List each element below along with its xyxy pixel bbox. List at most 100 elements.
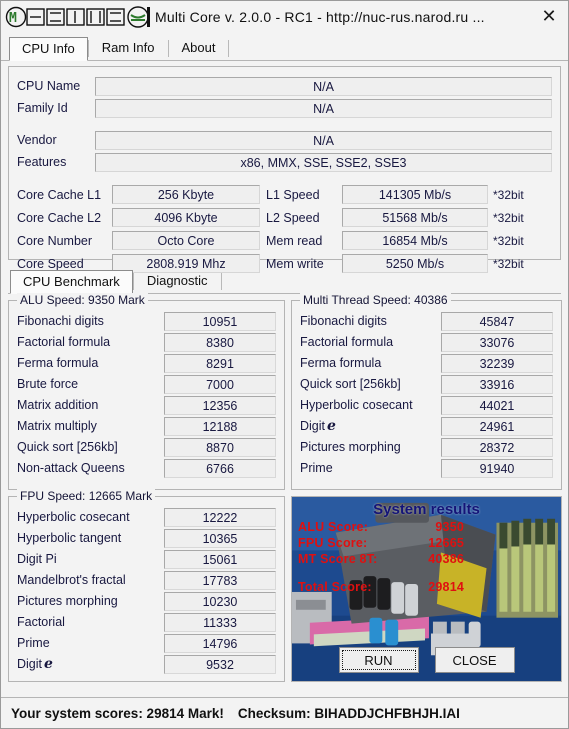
alu-score-line: ALU Score: 9350 xyxy=(298,520,561,534)
fpu-label: Factorial xyxy=(17,615,65,629)
fpu-label: Pictures morphing xyxy=(17,594,118,608)
tab-cpu-info-label: CPU Info xyxy=(22,41,75,56)
fpu-value: 15061 xyxy=(164,549,276,569)
features-label: Features xyxy=(17,155,67,169)
system-results-title: System results xyxy=(373,501,480,518)
fpu-value: 10365 xyxy=(164,528,276,548)
alu-label: Ferma formula xyxy=(17,356,99,370)
l1-speed-value: 141305 Mb/s xyxy=(342,185,488,204)
tab-divider xyxy=(220,273,222,290)
fpu-row: Hyperbolic cosecant 12222 xyxy=(17,507,276,527)
cpu-name-label: CPU Name xyxy=(17,79,81,93)
fpu-value: 11333 xyxy=(164,612,276,632)
fpu-value: 12222 xyxy=(164,507,276,527)
alu-label: Matrix addition xyxy=(17,398,99,412)
alu-label: Non-attack Queens xyxy=(17,461,125,475)
alu-row: Ferma formula 8291 xyxy=(17,353,276,373)
mt-label-text: Digit xyxy=(300,419,326,433)
fpu-score-value: 12665 xyxy=(428,536,464,550)
alu-value: 8380 xyxy=(164,332,276,352)
alu-row: Factorial formula 8380 xyxy=(17,332,276,352)
mt-label: Quick sort [256kb] xyxy=(300,377,401,391)
total-score-value: 29814 xyxy=(428,580,464,594)
cpu-name-value: N/A xyxy=(95,76,552,96)
alu-label: Brute force xyxy=(17,377,79,391)
run-button[interactable]: RUN xyxy=(338,647,419,673)
fpu-value: 14796 xyxy=(164,633,276,653)
mt-score-value: 40386 xyxy=(428,552,464,566)
alu-row: Matrix addition 12356 xyxy=(17,395,276,415)
fpu-label: Hyperbolic cosecant xyxy=(17,510,130,524)
l2-speed-value: 51568 Mb/s xyxy=(342,208,488,227)
benchmark-grid: ALU Speed: 9350 Mark Fibonachi digits 109… xyxy=(8,293,562,682)
core-number-row: Core Number Octo Core Mem read 16854 Mb/… xyxy=(17,230,552,251)
alu-score-value: 9350 xyxy=(435,520,464,534)
fpu-score-label: FPU Score: xyxy=(298,536,368,550)
core-number-label: Core Number xyxy=(17,233,93,248)
mt-row: Quick sort [256kb] 33916 xyxy=(300,374,553,394)
app-window: M Multi Core v. 2.0.0 - RC1 - http://nuc… xyxy=(0,0,569,729)
core-cache-l1-label: Core Cache L1 xyxy=(17,187,102,202)
alu-value: 7000 xyxy=(164,374,276,394)
close-icon[interactable]: ✕ xyxy=(536,4,562,28)
core-speed-label: Core Speed xyxy=(17,256,84,271)
main-tabstrip: CPU Info Ram Info About xyxy=(1,32,568,61)
mt-row: Factorial formula 33076 xyxy=(300,332,553,352)
alu-row: Non-attack Queens 6766 xyxy=(17,458,276,478)
vendor-label: Vendor xyxy=(17,133,57,147)
tab-ram-info-label: Ram Info xyxy=(101,40,155,55)
family-id-row: Family Id N/A xyxy=(17,98,552,118)
mt-label: Hyperbolic cosecant xyxy=(300,398,413,412)
mt-label: Digit e xyxy=(300,418,441,434)
system-scores-status: Your system scores: 29814 Mark! xyxy=(11,705,224,721)
fpu-value: 9532 xyxy=(164,654,276,674)
alu-score-label: ALU Score: xyxy=(298,520,369,534)
mt-label: Pictures morphing xyxy=(300,440,401,454)
tab-cpu-benchmark[interactable]: CPU Benchmark xyxy=(10,270,133,294)
alu-value: 6766 xyxy=(164,458,276,478)
mt-row: Digit e 24961 xyxy=(300,416,553,436)
fpu-speed-legend: FPU Speed: 12665 Mark xyxy=(17,489,156,503)
fpu-row: Digit Pi 15061 xyxy=(17,549,276,569)
mem-write-value: 5250 Mb/s xyxy=(342,254,488,273)
mem-write-bit-note: *32bit xyxy=(493,256,524,271)
tab-diagnostic-label: Diagnostic xyxy=(146,273,208,288)
mt-row: Pictures morphing 28372 xyxy=(300,437,553,457)
cpu-info-group: CPU Name N/A Family Id N/A Vendor N/A Fe… xyxy=(8,66,561,273)
digit-e-glyph: e xyxy=(44,656,53,672)
l1-bit-note: *32bit xyxy=(493,187,524,202)
vendor-row: Vendor N/A xyxy=(17,130,552,150)
alu-row: Brute force 7000 xyxy=(17,374,276,394)
alu-row: Fibonachi digits 10951 xyxy=(17,311,276,331)
tab-diagnostic[interactable]: Diagnostic xyxy=(134,269,221,293)
fpu-value: 17783 xyxy=(164,570,276,590)
cpu-info-panel: CPU Name N/A Family Id N/A Vendor N/A Fe… xyxy=(1,61,568,697)
fpu-row: Pictures morphing 10230 xyxy=(17,591,276,611)
tab-ram-info[interactable]: Ram Info xyxy=(89,36,168,60)
mt-row: Hyperbolic cosecant 44021 xyxy=(300,395,553,415)
fpu-label-text: Digit xyxy=(17,657,43,671)
fpu-row: Mandelbrot's fractal 17783 xyxy=(17,570,276,590)
fpu-label: Mandelbrot's fractal xyxy=(17,573,126,587)
alu-label: Fibonachi digits xyxy=(17,314,104,328)
close-button[interactable]: CLOSE xyxy=(434,647,515,673)
tab-cpu-info[interactable]: CPU Info xyxy=(9,37,88,61)
mem-read-bit-note: *32bit xyxy=(493,233,524,248)
mt-value: 33916 xyxy=(441,374,553,394)
fpu-row: Hyperbolic tangent 10365 xyxy=(17,528,276,548)
family-id-value: N/A xyxy=(95,98,552,118)
l2-speed-label: L2 Speed xyxy=(266,210,320,225)
family-id-label: Family Id xyxy=(17,101,68,115)
mt-value: 33076 xyxy=(441,332,553,352)
mt-value: 45847 xyxy=(441,311,553,331)
title-bar: M Multi Core v. 2.0.0 - RC1 - http://nuc… xyxy=(1,1,568,32)
mem-write-label: Mem write xyxy=(266,256,324,271)
tab-about[interactable]: About xyxy=(169,36,229,60)
alu-row: Matrix multiply 12188 xyxy=(17,416,276,436)
window-title: Multi Core v. 2.0.0 - RC1 - http://nuc-r… xyxy=(155,8,485,25)
fpu-row: Prime 14796 xyxy=(17,633,276,653)
alu-label: Quick sort [256kb] xyxy=(17,440,118,454)
tab-cpu-benchmark-label: CPU Benchmark xyxy=(23,274,120,289)
alu-speed-legend: ALU Speed: 9350 Mark xyxy=(17,293,148,307)
